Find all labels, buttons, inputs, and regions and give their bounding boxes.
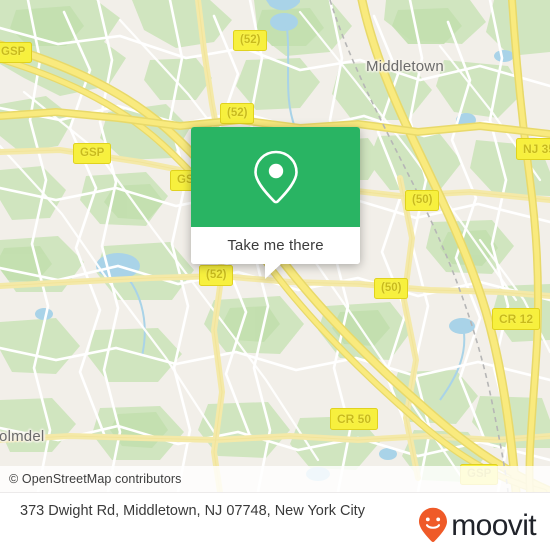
moovit-pin-icon [419, 507, 448, 542]
place-label-holmdel: Holmdel [0, 428, 45, 445]
popup-card-footer[interactable]: Take me there [191, 227, 360, 264]
road-shield-cr12: CR 12 [492, 308, 541, 330]
location-popup-card[interactable]: Take me there [191, 127, 360, 279]
road-shield-gsp-left: GSP [0, 42, 33, 63]
road-shield-50-lower: (50) [374, 278, 409, 299]
osm-attribution[interactable]: © OpenStreetMap contributors [0, 466, 550, 492]
road-shield-gsp-west: GSP [73, 143, 112, 164]
road-shield-52-upper: (52) [220, 103, 255, 124]
place-label-middletown: Middletown [366, 58, 444, 75]
moovit-wordmark: moovit [451, 509, 536, 542]
popup-card-body: Take me there [191, 127, 360, 264]
take-me-there-button[interactable]: Take me there [227, 237, 323, 254]
popup-card-header [191, 127, 360, 227]
address-label: 373 Dwight Rd, Middletown, NJ 07748, New… [20, 503, 365, 519]
road-shield-50-upper: (50) [405, 190, 440, 211]
road-shield-52-lower: (52) [199, 265, 234, 286]
road-shield-nj35: NJ 35 [516, 138, 550, 160]
footer-bar: 373 Dwight Rd, Middletown, NJ 07748, New… [0, 492, 550, 550]
popup-card-tail [265, 263, 282, 279]
road-shield-cr50: CR 50 [330, 408, 379, 430]
moovit-logo[interactable]: moovit [418, 507, 537, 543]
map-viewport[interactable]: Middletown Holmdel GSP (52) (52) GSP GSP… [0, 0, 550, 492]
road-shield-52-top: (52) [233, 30, 268, 51]
location-pin-icon [253, 150, 298, 204]
